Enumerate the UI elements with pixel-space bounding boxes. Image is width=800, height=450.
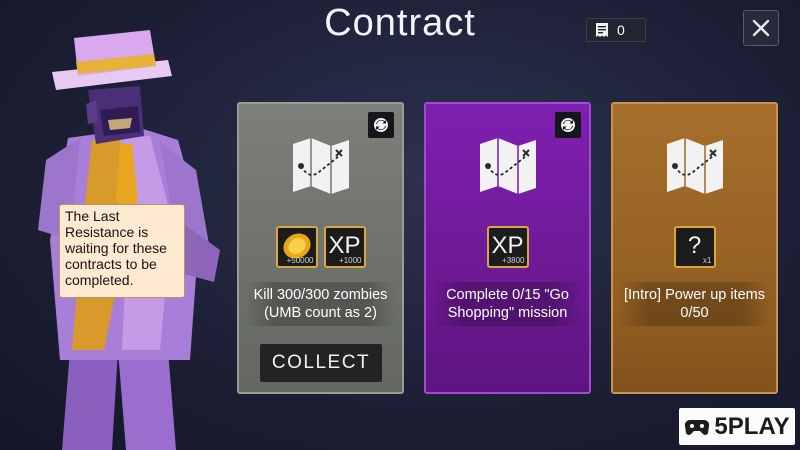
- contract-card: +50000 XP +1000 Kill 300/300 zombies (UM…: [237, 102, 404, 394]
- contract-card: XP +3800 Complete 0/15 "Go Shopping" mis…: [424, 102, 591, 394]
- contract-description: Kill 300/300 zombies (UMB count as 2): [245, 282, 396, 326]
- character-speech-bubble: The Last Resistance is waiting for these…: [59, 204, 185, 298]
- refresh-icon: [374, 118, 388, 132]
- xp-reward: XP +3800: [486, 226, 529, 268]
- contract-description: Complete 0/15 "Go Shopping" mission: [432, 282, 583, 326]
- coin-reward-amount: +50000: [286, 256, 314, 265]
- contract-description: [Intro] Power up items 0/50: [619, 282, 770, 326]
- refresh-icon: [561, 118, 575, 132]
- watermark-text: 5PLAY: [714, 412, 790, 440]
- xp-reward-amount: +1000: [339, 256, 362, 265]
- close-button[interactable]: [743, 10, 779, 46]
- map-icon: [666, 138, 723, 194]
- gamepad-icon: [685, 419, 710, 435]
- ticket-count: 0: [617, 22, 625, 38]
- xp-reward-amount: +3800: [502, 256, 525, 265]
- mystery-reward: ? x1: [673, 226, 716, 268]
- mystery-reward-amount: x1: [703, 256, 712, 265]
- coin-reward: +50000: [275, 226, 318, 268]
- map-icon: [479, 138, 536, 194]
- refresh-button[interactable]: [555, 112, 581, 138]
- collect-button[interactable]: COLLECT: [260, 344, 382, 382]
- receipt-icon: [596, 23, 608, 37]
- map-icon: [292, 138, 349, 194]
- ticket-counter: 0: [586, 18, 646, 42]
- contract-card: ? x1 [Intro] Power up items 0/50: [611, 102, 778, 394]
- watermark-logo: 5PLAY: [679, 408, 795, 445]
- xp-reward: XP +1000: [323, 226, 366, 268]
- refresh-button[interactable]: [368, 112, 394, 138]
- close-icon: [752, 19, 770, 37]
